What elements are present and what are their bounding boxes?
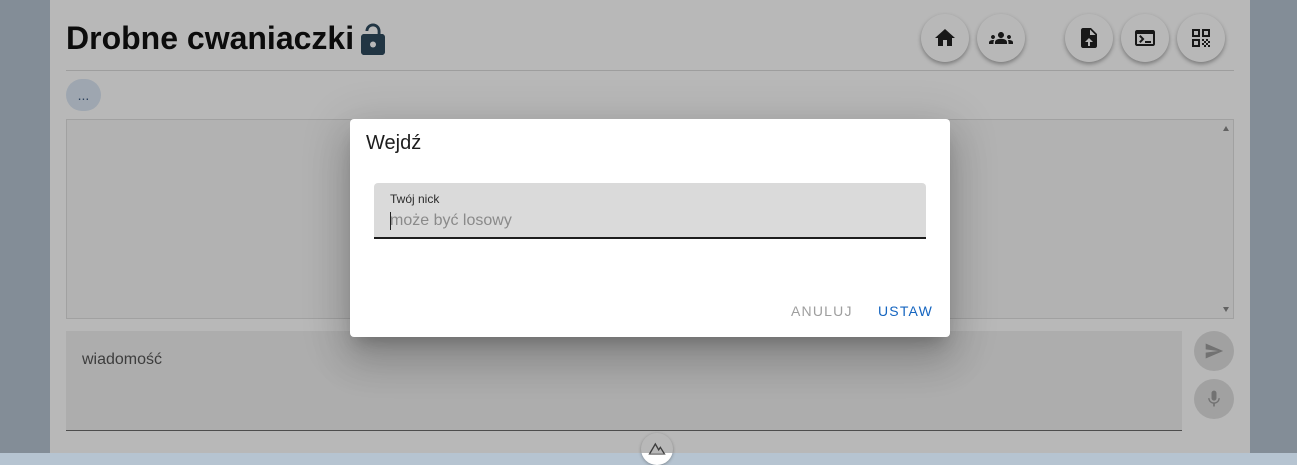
dialog-title: Wejdź xyxy=(366,132,422,154)
nick-input[interactable] xyxy=(390,211,910,231)
set-button[interactable]: Ustaw xyxy=(870,293,941,329)
cancel-button[interactable]: Anuluj xyxy=(783,293,861,329)
login-dialog: Wejdź Twój nick Anuluj Ustaw xyxy=(350,119,950,337)
nick-field-label: Twój nick xyxy=(390,192,440,206)
text-caret xyxy=(390,212,391,230)
nick-field[interactable]: Twój nick xyxy=(374,183,926,239)
